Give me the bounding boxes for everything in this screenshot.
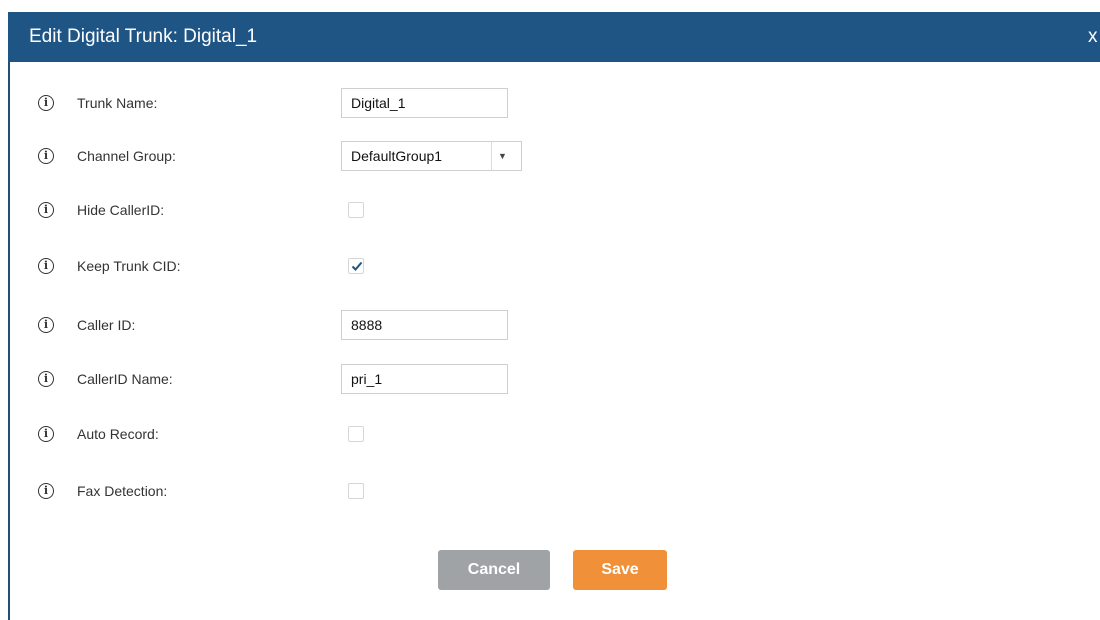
save-button[interactable]: Save: [573, 550, 667, 590]
caller-id-row: i Caller ID:: [0, 310, 1100, 340]
callerid-name-row: i CallerID Name:: [0, 364, 1100, 394]
edit-digital-trunk-dialog: Edit Digital Trunk: Digital_1 x i Trunk …: [0, 0, 1100, 620]
trunk-name-row: i Trunk Name:: [0, 88, 1100, 118]
checkmark-icon: [351, 261, 363, 271]
fax-detection-label: Fax Detection:: [77, 483, 168, 499]
hide-callerid-label: Hide CallerID:: [77, 202, 165, 218]
info-icon[interactable]: i: [38, 258, 54, 274]
info-icon[interactable]: i: [38, 95, 54, 111]
dialog-title: Edit Digital Trunk: Digital_1: [29, 26, 258, 47]
auto-record-row: i Auto Record:: [0, 419, 1100, 449]
info-icon[interactable]: i: [38, 426, 54, 442]
callerid-name-input[interactable]: [341, 364, 508, 394]
caller-id-label: Caller ID:: [77, 317, 136, 333]
caret-down-icon[interactable]: ▼: [498, 150, 507, 162]
keep-trunk-cid-checkbox[interactable]: [348, 258, 364, 274]
channel-group-select[interactable]: DefaultGroup1 ▼: [341, 141, 522, 171]
info-icon[interactable]: i: [38, 148, 54, 164]
channel-group-row: i Channel Group: DefaultGroup1 ▼: [0, 141, 1100, 171]
hide-callerid-checkbox[interactable]: [348, 202, 364, 218]
hide-callerid-row: i Hide CallerID:: [0, 195, 1100, 225]
caller-id-input[interactable]: [341, 310, 508, 340]
callerid-name-label: CallerID Name:: [77, 371, 173, 387]
close-icon[interactable]: x: [1088, 26, 1100, 48]
channel-group-label: Channel Group:: [77, 148, 176, 164]
fax-detection-checkbox[interactable]: [348, 483, 364, 499]
info-icon[interactable]: i: [38, 483, 54, 499]
keep-trunk-cid-label: Keep Trunk CID:: [77, 258, 181, 274]
cancel-button[interactable]: Cancel: [438, 550, 550, 590]
info-icon[interactable]: i: [38, 371, 54, 387]
keep-trunk-cid-row: i Keep Trunk CID:: [0, 251, 1100, 281]
trunk-name-label: Trunk Name:: [77, 95, 158, 111]
info-icon[interactable]: i: [38, 317, 54, 333]
channel-group-selected-value: DefaultGroup1: [351, 148, 443, 164]
auto-record-label: Auto Record:: [77, 426, 159, 442]
select-divider: [491, 142, 492, 170]
fax-detection-row: i Fax Detection:: [0, 476, 1100, 506]
auto-record-checkbox[interactable]: [348, 426, 364, 442]
dialog-titlebar: Edit Digital Trunk: Digital_1 x: [8, 12, 1100, 62]
trunk-name-input[interactable]: [341, 88, 508, 118]
info-icon[interactable]: i: [38, 202, 54, 218]
